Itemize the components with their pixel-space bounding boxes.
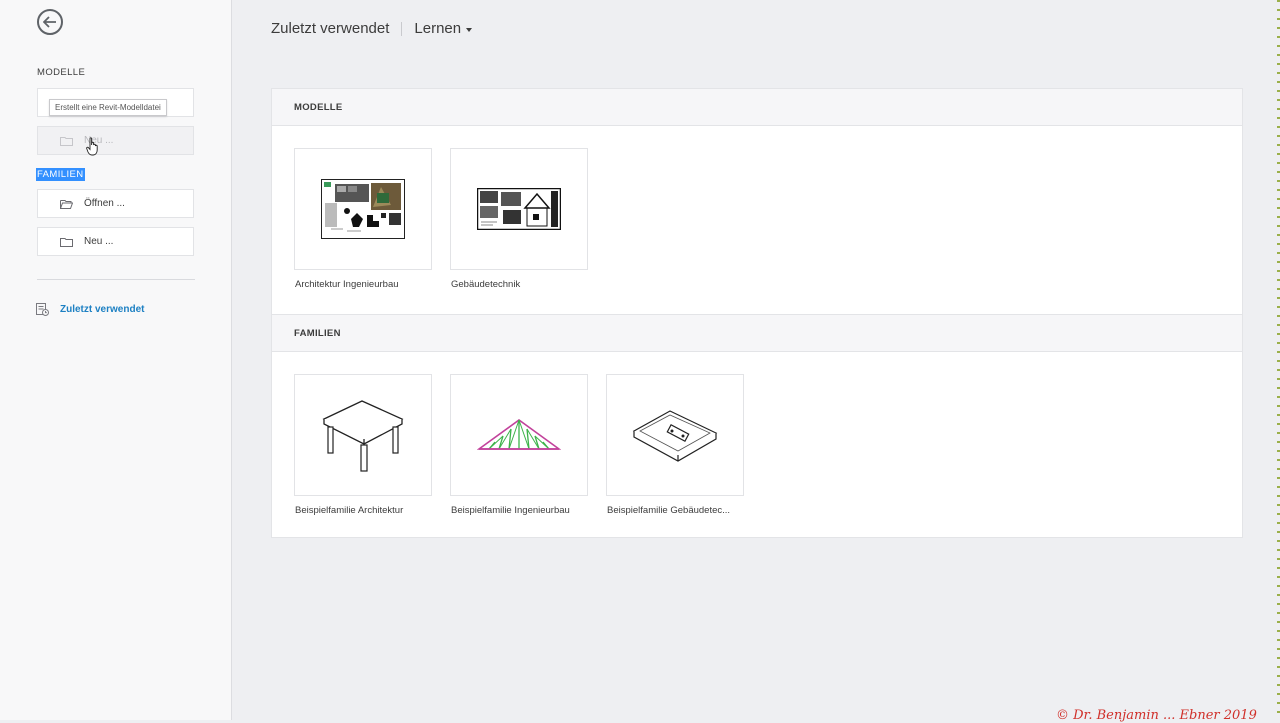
caret-down-icon [466,27,473,32]
tray-thumbnail-icon [632,410,718,462]
family-tile-architektur[interactable] [294,374,432,496]
header-separator [401,21,403,36]
truss-thumbnail-icon [477,419,561,450]
sidebar-divider [37,279,195,280]
model-tile-architektur[interactable] [294,148,432,270]
family-tile-label: Beispielfamilie Architektur [295,505,404,516]
sheet-thumbnail-icon [477,188,561,230]
folder-icon [60,136,73,146]
arrow-left-icon [43,16,56,28]
recent-link-label: Zuletzt verwendet [60,304,145,315]
table-thumbnail-icon [322,400,404,472]
hand-cursor-icon [86,137,99,161]
sheet-thumbnail-icon [321,179,405,239]
model-tile-label: Gebäudetechnik [451,279,521,290]
content-panel: MODELLE Architektur Ingenieurbau Gebäude… [271,88,1243,538]
folder-icon [60,237,73,247]
watermark: © Dr. Benjamin ... Ebner 2019 [1056,708,1257,723]
tooltip: Erstellt eine Revit-Modelldatei [49,99,167,116]
page-title: Zuletzt verwendet [271,20,390,37]
models-heading: MODELLE [37,67,86,78]
families-open-label: Öffnen ... [84,198,125,209]
family-tile-gebaeudetechnik[interactable] [606,374,744,496]
family-tile-label: Beispielfamilie Gebäudetec... [607,505,731,516]
model-tile-gebaeudetechnik[interactable] [450,148,588,270]
model-tile-label: Architektur Ingenieurbau [295,279,399,290]
sidebar: MODELLE Erstellt eine Revit-Modelldatei … [0,0,232,720]
recent-files-icon [36,303,49,316]
learn-dropdown-label: Lernen [414,20,462,37]
families-heading: FAMILIEN [36,168,85,181]
models-section-heading: MODELLE [272,89,1242,126]
families-new-label: Neu ... [84,236,114,247]
learn-dropdown[interactable]: Lernen [414,20,473,37]
back-button[interactable] [37,9,63,35]
family-tile-ingenieurbau[interactable] [450,374,588,496]
recent-link[interactable]: Zuletzt verwendet [36,303,144,316]
families-section-heading: FAMILIEN [272,314,1242,352]
folder-open-icon [60,199,73,209]
families-new-button[interactable]: Neu ... [37,227,194,256]
models-new-button[interactable]: Neu ... [37,126,194,155]
family-tile-label: Beispielfamilie Ingenieurbau [451,505,570,516]
page-header: Zuletzt verwendet Lernen [271,20,473,37]
families-open-button[interactable]: Öffnen ... [37,189,194,218]
